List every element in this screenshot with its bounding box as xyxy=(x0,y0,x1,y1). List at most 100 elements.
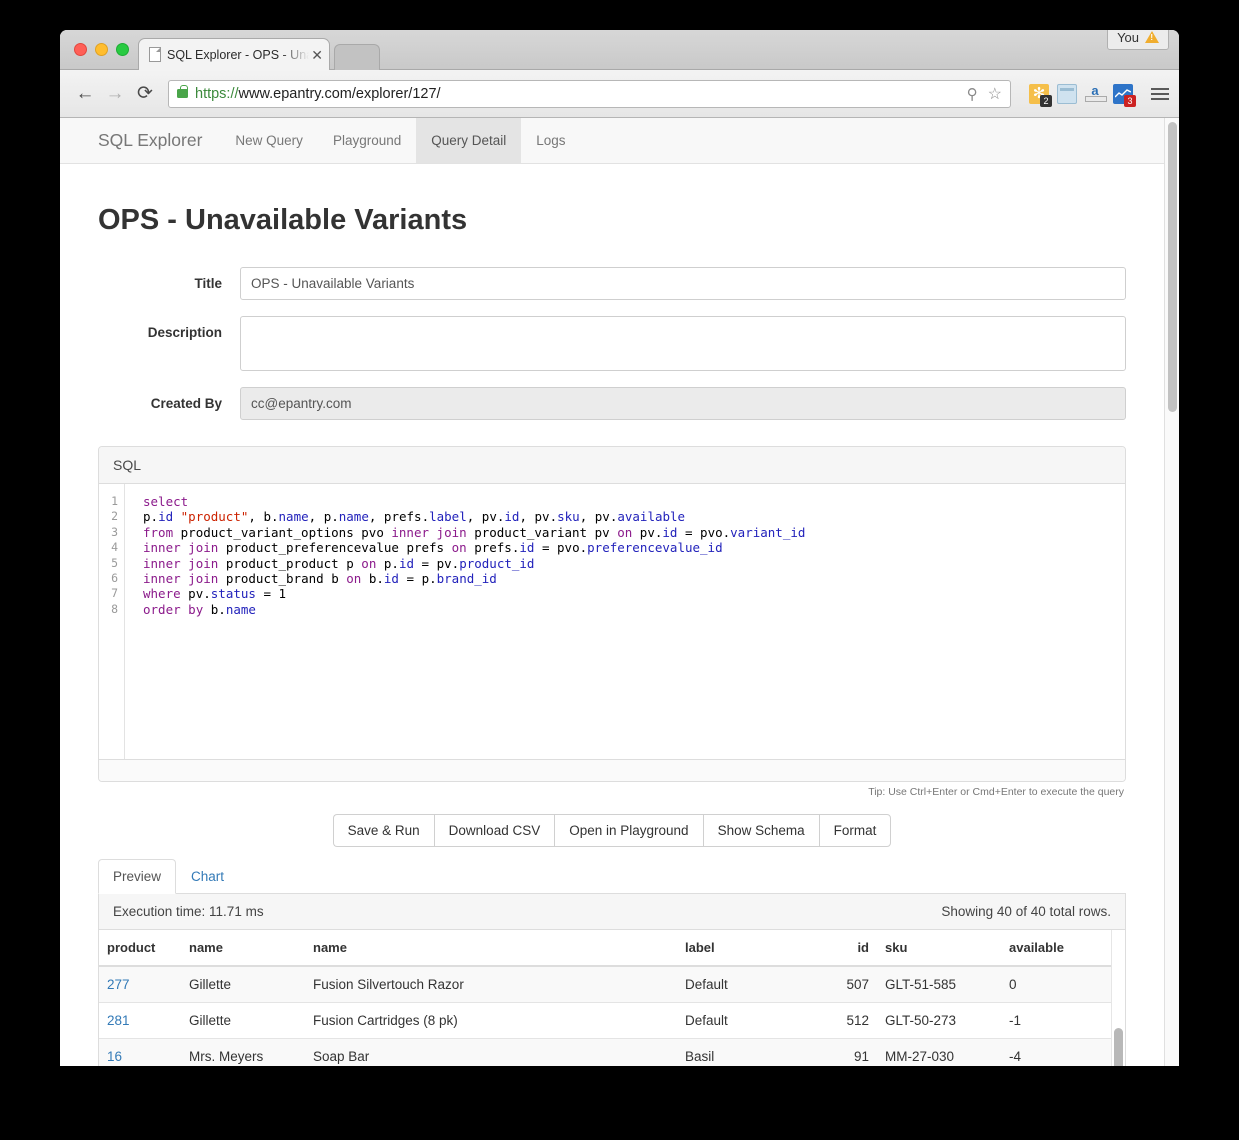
tab-chart[interactable]: Chart xyxy=(176,859,239,894)
results-scrollbar-thumb[interactable] xyxy=(1114,1028,1123,1066)
sql-panel: SQL 12345678 select p.id "product", b.nam… xyxy=(98,446,1126,782)
sql-line: select xyxy=(143,494,189,509)
column-header-available[interactable]: available xyxy=(1001,930,1125,967)
cell-available: 0 xyxy=(1001,965,1125,1003)
extension-icons: ✻ 2 a 3 xyxy=(1029,82,1169,107)
nav-item-logs[interactable]: Logs xyxy=(521,118,580,163)
profile-you-button[interactable]: You xyxy=(1107,30,1169,50)
sql-line: p.id "product", b.name, p.name, prefs.la… xyxy=(143,509,686,525)
created-by-input xyxy=(240,387,1126,420)
nav-item-query-detail[interactable]: Query Detail xyxy=(416,118,522,163)
results-table: product name name label id sku available… xyxy=(99,930,1125,1066)
cell-label: Basil xyxy=(677,1038,829,1066)
bookmark-star-icon[interactable]: ☆ xyxy=(988,84,1002,104)
cell-sku: MM-27-030 xyxy=(877,1038,1001,1066)
tab-preview[interactable]: Preview xyxy=(98,859,177,894)
cell-product[interactable]: 277 xyxy=(99,965,181,1003)
created-by-label: Created By xyxy=(150,396,222,411)
window-traffic-lights xyxy=(74,43,129,56)
table-row[interactable]: 16 Mrs. Meyers Soap Bar Basil 91 MM-27-030 -4 xyxy=(99,1038,1125,1066)
cell-product[interactable]: 16 xyxy=(99,1038,181,1066)
forward-icon[interactable]: → xyxy=(100,79,130,109)
sql-panel-heading: SQL xyxy=(99,447,1125,484)
back-icon[interactable]: ← xyxy=(70,79,100,109)
title-input[interactable] xyxy=(240,267,1126,300)
results-table-wrapper: product name name label id sku available… xyxy=(99,930,1125,1066)
page-scrollbar-thumb[interactable] xyxy=(1168,122,1177,412)
browser-tab-strip: SQL Explorer - OPS - Unav ✕ xyxy=(60,30,1179,70)
minimize-window-button[interactable] xyxy=(95,43,108,56)
cell-id: 507 xyxy=(829,965,877,1003)
sql-line: where pv.status = 1 xyxy=(143,586,287,602)
line-number: 4 xyxy=(111,540,118,555)
speeddial-extension-icon[interactable] xyxy=(1057,83,1077,104)
title-label: Title xyxy=(194,276,222,291)
save-and-run-button[interactable]: Save & Run xyxy=(332,814,434,847)
nav-item-playground[interactable]: Playground xyxy=(318,118,416,163)
cell-product-name: Fusion Cartridges (8 pk) xyxy=(305,1002,677,1039)
amazon-extension-glyph: a xyxy=(1091,82,1099,98)
table-row[interactable]: 281 Gillette Fusion Cartridges (8 pk) Defau… xyxy=(99,1002,1125,1039)
result-panel: Execution time: 11.71 ms Showing 40 of 4… xyxy=(98,894,1126,1066)
app-navbar: SQL Explorer New Query Playground Query … xyxy=(60,118,1164,164)
new-tab-button[interactable] xyxy=(334,44,380,70)
show-schema-button[interactable]: Show Schema xyxy=(702,814,819,847)
amazon-extension-icon[interactable]: a xyxy=(1085,82,1107,104)
close-icon[interactable]: ✕ xyxy=(311,48,323,62)
column-header-id[interactable]: id xyxy=(829,930,877,967)
table-row[interactable]: 277 Gillette Fusion Silvertouch Razor Defau… xyxy=(99,965,1125,1003)
query-action-buttons: Save & Run Download CSV Open in Playgrou… xyxy=(98,814,1126,847)
column-header-product-name[interactable]: name xyxy=(305,930,677,967)
description-form-row: Description xyxy=(98,316,1126,371)
open-in-playground-button[interactable]: Open in Playground xyxy=(554,814,703,847)
stock-chart-extension-icon[interactable]: 3 xyxy=(1113,83,1136,107)
page-title: OPS - Unavailable Variants xyxy=(98,204,468,236)
sql-editor[interactable]: 12345678 select p.id "product", b.name, p… xyxy=(99,484,1125,759)
lock-icon xyxy=(177,84,188,98)
url-text: https://www.epantry.com/explorer/127/ xyxy=(195,86,441,102)
browser-menu-icon[interactable] xyxy=(1151,87,1169,100)
browser-tab[interactable]: SQL Explorer - OPS - Unav ✕ xyxy=(138,38,330,70)
description-label: Description xyxy=(147,325,222,340)
sql-line: from product_variant_options pvo inner j… xyxy=(143,524,806,540)
close-window-button[interactable] xyxy=(74,43,87,56)
cell-id: 91 xyxy=(829,1038,877,1066)
format-button[interactable]: Format xyxy=(818,814,892,847)
maximize-window-button[interactable] xyxy=(116,43,129,56)
column-header-product[interactable]: product xyxy=(99,930,181,967)
cell-brand-name: Mrs. Meyers xyxy=(181,1038,305,1066)
column-header-sku[interactable]: sku xyxy=(877,930,1001,967)
line-number: 6 xyxy=(111,571,118,586)
sql-line: inner join product_brand b on b.id = p.b… xyxy=(143,571,497,587)
sql-line: inner join product_product p on p.id = p… xyxy=(143,555,535,571)
search-icon[interactable]: ⚲ xyxy=(967,85,978,103)
page-scrollbar-track[interactable] xyxy=(1164,118,1179,1066)
line-number: 7 xyxy=(111,586,118,601)
line-number: 5 xyxy=(111,555,118,570)
cell-product-name: Soap Bar xyxy=(305,1038,677,1066)
cell-product[interactable]: 281 xyxy=(99,1002,181,1039)
description-textarea[interactable] xyxy=(240,316,1126,371)
url-scheme: https:// xyxy=(195,85,239,102)
page-content: OPS - Unavailable Variants Title Descrip… xyxy=(60,204,1164,1066)
browser-toolbar: ← → ⟳ https://www.epantry.com/explorer/1… xyxy=(60,30,1179,118)
cell-available: -4 xyxy=(1001,1038,1125,1066)
cell-id: 512 xyxy=(829,1002,877,1039)
sql-code[interactable]: select p.id "product", b.name, p.name, pr… xyxy=(125,484,1125,759)
line-number: 1 xyxy=(111,494,118,508)
download-csv-button[interactable]: Download CSV xyxy=(433,814,555,847)
results-table-head: product name name label id sku available xyxy=(99,930,1125,967)
nav-item-new-query[interactable]: New Query xyxy=(220,118,318,163)
address-bar[interactable]: https://www.epantry.com/explorer/127/ ⚲ … xyxy=(168,79,1011,108)
cell-product-name: Fusion Silvertouch Razor xyxy=(305,965,677,1003)
column-header-brand-name[interactable]: name xyxy=(181,930,305,967)
sql-tip: Tip: Use Ctrl+Enter or Cmd+Enter to exec… xyxy=(868,786,1124,798)
reload-icon[interactable]: ⟳ xyxy=(130,79,160,109)
app-brand[interactable]: SQL Explorer xyxy=(98,118,220,163)
star-extension-icon[interactable]: ✻ 2 xyxy=(1029,83,1052,107)
line-number: 8 xyxy=(111,601,118,616)
column-header-label[interactable]: label xyxy=(677,930,829,967)
cell-label: Default xyxy=(677,1002,829,1039)
results-scrollbar-track[interactable] xyxy=(1111,930,1125,1066)
sql-panel-footer xyxy=(99,759,1125,781)
